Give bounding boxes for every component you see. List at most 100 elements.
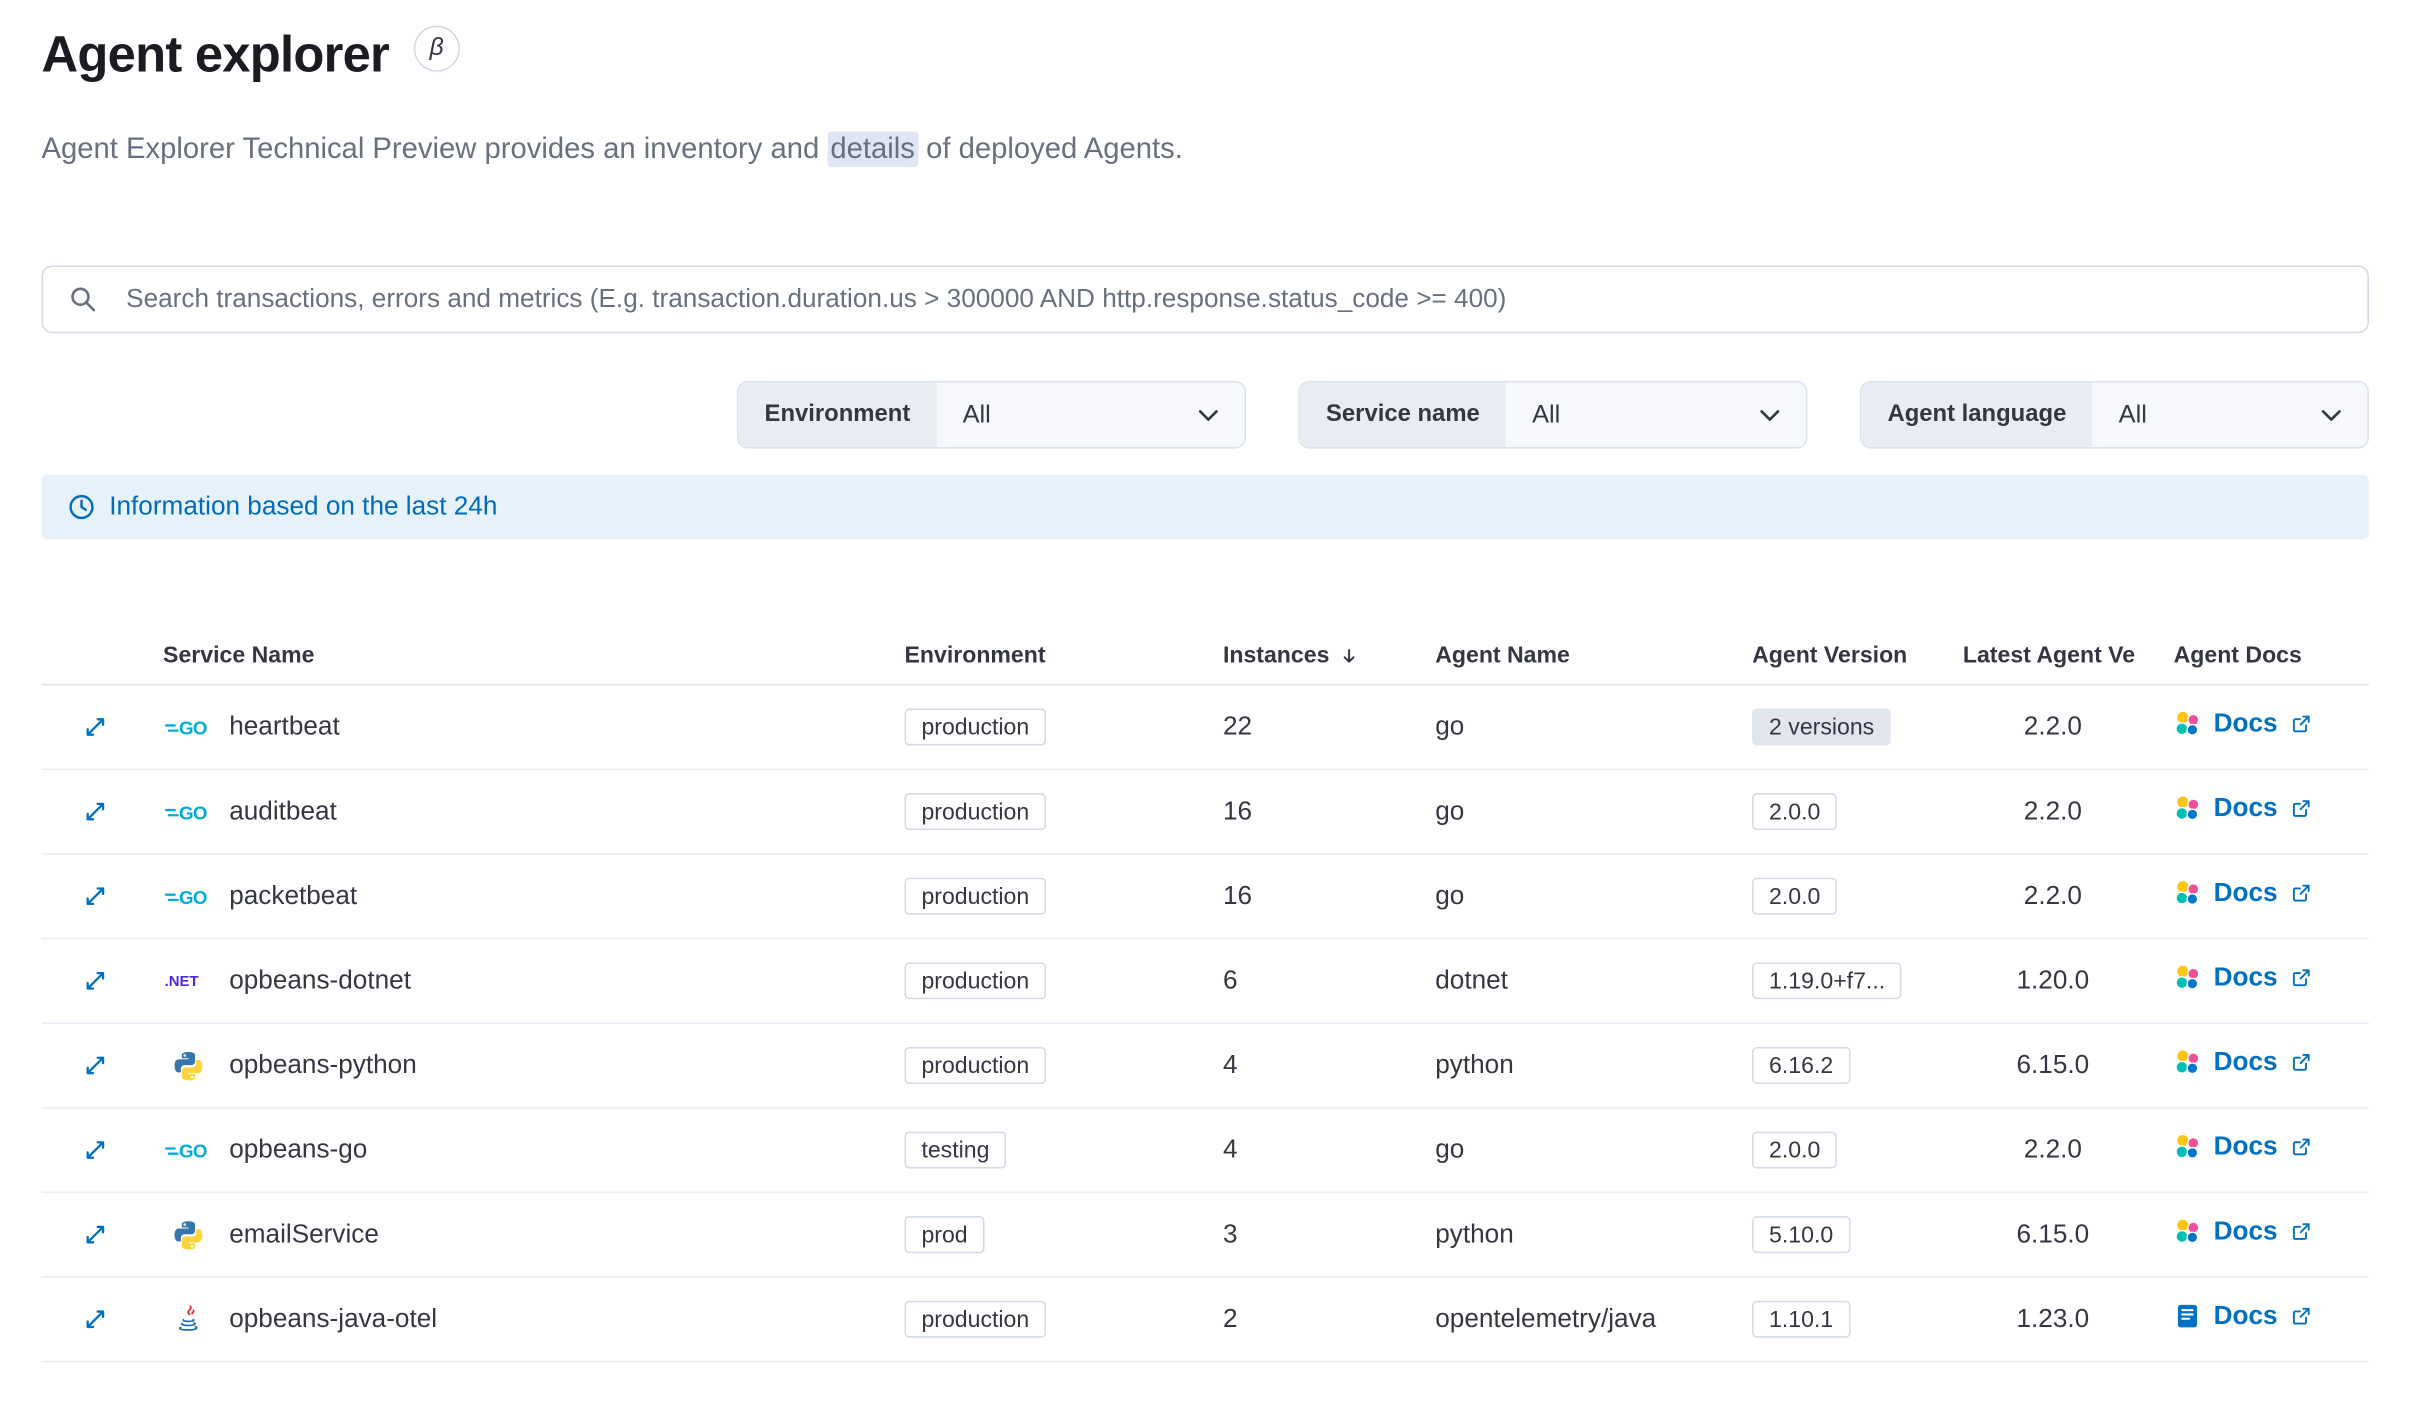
expand-row-button[interactable] — [73, 790, 116, 833]
environment-badge: prod — [904, 1216, 985, 1254]
agent-name: python — [1435, 1050, 1514, 1080]
latest-agent-version: 6.15.0 — [2016, 1050, 2090, 1080]
table-row: auditbeat production 16 go 2.0.0 2.2.0 D… — [41, 770, 2369, 855]
external-link-icon — [2290, 1136, 2312, 1158]
agent-docs-link[interactable]: Docs — [2174, 793, 2312, 824]
expand-row-button[interactable] — [73, 1298, 116, 1341]
agent-language-filter[interactable]: Agent language All — [1859, 380, 2369, 449]
page-description: Agent Explorer Technical Preview provide… — [42, 129, 2369, 171]
environment-badge: production — [904, 1046, 1047, 1084]
service-name: opbeans-java-otel — [229, 1303, 438, 1334]
latest-agent-version: 6.15.0 — [2016, 1219, 2090, 1249]
agent-version-badge[interactable]: 2.0.0 — [1752, 1131, 1838, 1169]
table-body: heartbeat production 22 go 2 versions 2.… — [41, 685, 2369, 1363]
agent-docs-link[interactable]: Docs — [2174, 878, 2312, 909]
agent-explorer-page: Agent explorer β Agent Explorer Technica… — [0, 24, 2412, 1363]
description-text: of deployed Agents. — [917, 133, 1183, 166]
expand-row-button[interactable] — [73, 1128, 116, 1171]
agent-docs-link[interactable]: Docs — [2174, 1301, 2312, 1332]
agent-version-badge[interactable]: 1.19.0+f7... — [1752, 962, 1903, 1000]
table-row: opbeans-java-otel production 2 opentelem… — [41, 1278, 2369, 1363]
agent-version-badge[interactable]: 6.16.2 — [1752, 1046, 1851, 1084]
agent-version-badge[interactable]: 2.0.0 — [1752, 793, 1838, 831]
agent-docs-header: Agent Docs — [2173, 642, 2302, 669]
info-banner-text: Information based on the last 24h — [109, 491, 498, 521]
elastic-icon — [2174, 1049, 2202, 1077]
search-bar[interactable] — [41, 265, 2369, 334]
expand-row-button[interactable] — [73, 875, 116, 918]
instances-header[interactable]: Instances — [1208, 642, 1420, 669]
latest-agent-version: 2.2.0 — [2023, 711, 2082, 741]
environment-badge: production — [904, 877, 1047, 915]
instances-count: 16 — [1222, 880, 1253, 911]
expand-icon — [82, 799, 107, 824]
docs-link-label: Docs — [2213, 877, 2278, 907]
expand-row-button[interactable] — [73, 959, 116, 1002]
external-link-icon — [2290, 1305, 2312, 1327]
agents-table: Service Name Environment Instances Agent… — [41, 627, 2369, 1363]
external-link-icon — [2290, 1221, 2312, 1243]
page-title: Agent explorer — [41, 25, 390, 83]
external-link-icon — [2290, 713, 2312, 735]
latest-agent-version: 2.2.0 — [2023, 796, 2082, 826]
agent-docs-link[interactable]: Docs — [2174, 709, 2312, 740]
agent-name: dotnet — [1435, 965, 1508, 995]
service-name: heartbeat — [229, 711, 340, 741]
agent-version-badge[interactable]: 2 versions — [1752, 708, 1892, 746]
latest-agent-version-header[interactable]: Latest Agent Ve — [1947, 642, 2158, 668]
agent-name-header[interactable]: Agent Name — [1420, 642, 1737, 668]
latest-agent-version: 1.23.0 — [2016, 1303, 2090, 1334]
instances-count: 4 — [1222, 1050, 1238, 1080]
expand-row-button[interactable] — [73, 1044, 116, 1087]
agent-version-badge[interactable]: 2.0.0 — [1752, 877, 1838, 915]
external-link-icon — [2290, 882, 2312, 904]
agent-name: go — [1435, 711, 1465, 741]
table-row: opbeans-go testing 4 go 2.0.0 2.2.0 Docs — [41, 1109, 2369, 1194]
external-link-icon — [2290, 798, 2312, 820]
agent-name: go — [1435, 796, 1465, 826]
environment-badge: production — [904, 708, 1047, 746]
docs-link-label: Docs — [2213, 1300, 2278, 1331]
expand-row-button[interactable] — [73, 1213, 116, 1256]
table-row: opbeans-python production 4 python 6.16.… — [41, 1024, 2369, 1109]
search-input[interactable] — [126, 267, 2368, 332]
service-name-header[interactable]: Service Name — [148, 642, 889, 668]
python-icon — [165, 1218, 211, 1250]
service-name-filter[interactable]: Service name All — [1298, 380, 1808, 449]
agent-name: go — [1435, 1134, 1465, 1164]
documentation-icon — [2174, 1302, 2202, 1330]
chevron-down-icon — [1195, 402, 1221, 428]
go-icon — [165, 883, 211, 909]
page-header: Agent explorer β — [42, 24, 2369, 86]
environment-header[interactable]: Environment — [889, 642, 1207, 668]
agent-version-badge[interactable]: 5.10.0 — [1752, 1216, 1851, 1254]
external-link-icon — [2290, 967, 2312, 989]
service-name: opbeans-dotnet — [229, 965, 411, 995]
description-text: Agent Explorer Technical Preview provide… — [41, 133, 828, 166]
expand-icon — [82, 884, 107, 909]
agent-docs-link[interactable]: Docs — [2174, 962, 2312, 993]
environment-filter[interactable]: Environment All — [736, 380, 1247, 449]
expand-row-button[interactable] — [73, 705, 116, 748]
agent-docs-link[interactable]: Docs — [2174, 1132, 2312, 1163]
latest-agent-version: 2.2.0 — [2023, 1134, 2082, 1164]
external-link-icon — [2290, 1052, 2312, 1074]
beta-badge[interactable]: β — [413, 25, 460, 72]
elastic-icon — [2174, 1133, 2202, 1161]
agent-docs-link[interactable]: Docs — [2174, 1216, 2312, 1247]
table-header-row: Service Name Environment Instances Agent… — [41, 627, 2369, 686]
expand-icon — [82, 1138, 107, 1163]
service-name-filter-label: Service name — [1299, 382, 1506, 448]
agent-version-badge[interactable]: 1.10.1 — [1752, 1300, 1851, 1338]
chevron-down-icon — [2318, 402, 2344, 428]
docs-link-label: Docs — [2213, 1046, 2278, 1077]
environment-badge: production — [904, 793, 1047, 831]
agent-name: opentelemetry/java — [1435, 1303, 1657, 1334]
table-row: emailService prod 3 python 5.10.0 6.15.0… — [41, 1193, 2369, 1278]
java-icon — [165, 1304, 211, 1335]
go-icon — [165, 714, 211, 740]
agent-docs-link[interactable]: Docs — [2174, 1047, 2312, 1078]
environment-badge: production — [904, 962, 1047, 1000]
docs-link-label: Docs — [2213, 962, 2278, 992]
agent-version-header[interactable]: Agent Version — [1737, 642, 1948, 668]
